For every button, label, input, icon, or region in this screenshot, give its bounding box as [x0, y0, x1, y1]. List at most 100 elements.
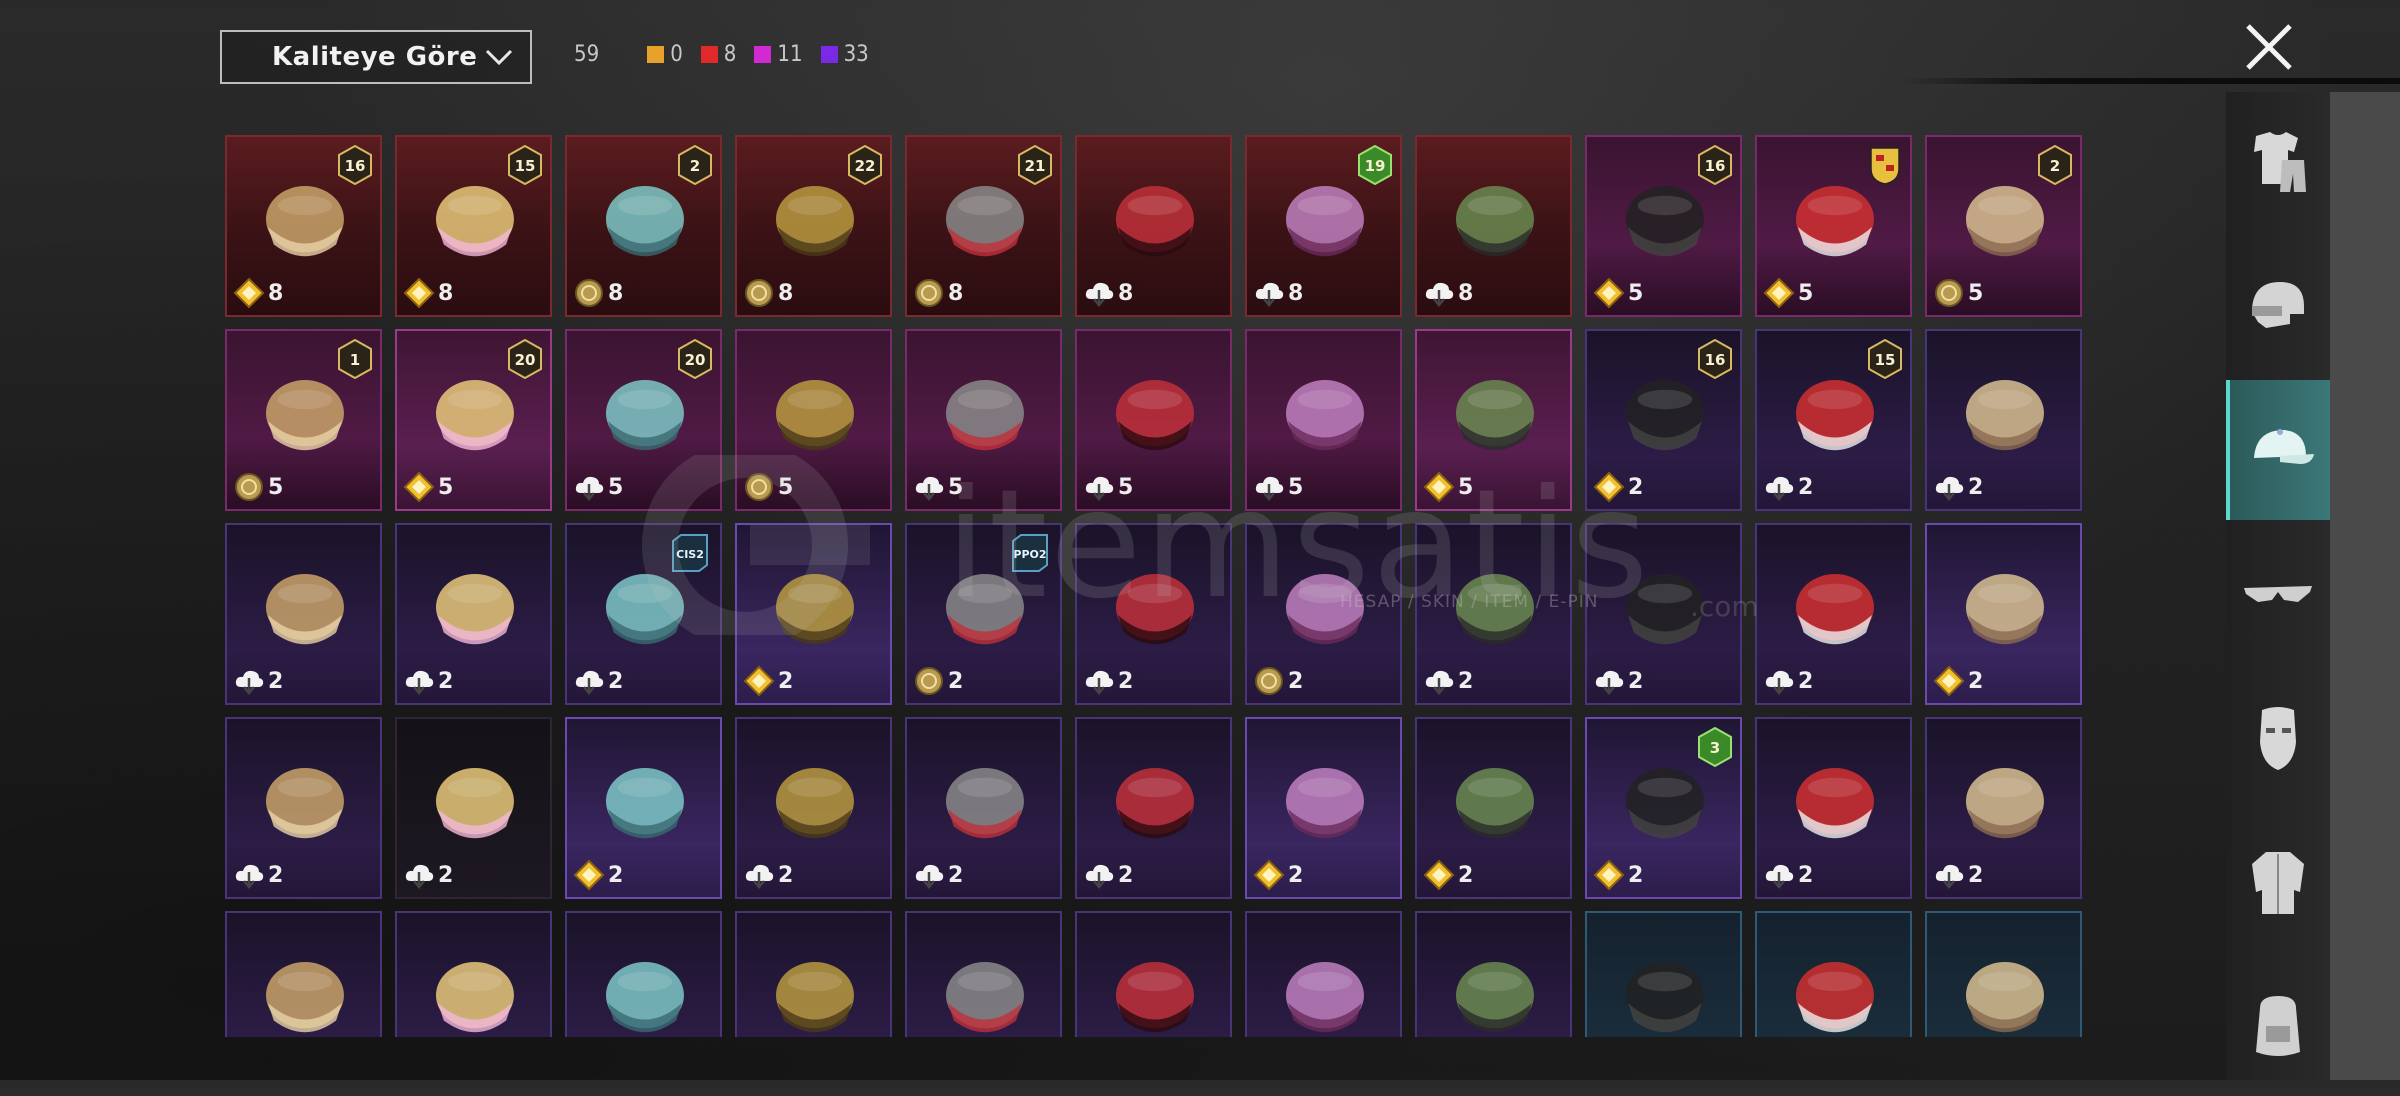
item-slot[interactable]: 16 5 [1585, 135, 1742, 317]
sort-dropdown[interactable]: Kaliteye Göre [220, 30, 532, 84]
item-slot[interactable]: 16 8 [225, 135, 382, 317]
item-slot[interactable]: 19 8 [1245, 135, 1402, 317]
item-slot[interactable]: 2 [1925, 329, 2082, 511]
tab-jacket[interactable] [2226, 812, 2330, 952]
item-thumbnail [1795, 962, 1874, 1033]
item-slot[interactable]: 15 [225, 329, 382, 511]
item-slot[interactable]: 2 [1755, 523, 1912, 705]
item-slot[interactable]: 5 [735, 329, 892, 511]
item-slot[interactable]: 20 5 [565, 329, 722, 511]
item-slot[interactable]: 2 [565, 717, 722, 899]
item-price: 8 [1253, 277, 1303, 309]
item-slot[interactable] [1075, 911, 1232, 1037]
tab-mask[interactable] [2226, 668, 2330, 808]
item-count: 2 [1628, 862, 1644, 888]
item-slot[interactable] [1415, 911, 1572, 1037]
item-price: 5 [1933, 277, 1983, 309]
item-price: 2 [403, 665, 453, 697]
item-slot[interactable]: 15 2 [1755, 329, 1912, 511]
tab-outfit[interactable] [2226, 92, 2330, 232]
item-slot[interactable]: 21 8 [905, 135, 1062, 317]
item-slot[interactable]: 2 [1415, 717, 1572, 899]
item-count: 2 [1968, 862, 1984, 888]
item-slot[interactable]: 2 [1245, 717, 1402, 899]
sidebar-scroll-track[interactable] [2330, 92, 2400, 1080]
level-badge-icon: 15 [1868, 339, 1902, 379]
item-price: 2 [1253, 859, 1303, 891]
cloud-download-icon [405, 864, 434, 889]
item-count: 5 [438, 474, 454, 500]
header-divider [1900, 78, 2400, 84]
item-price: 8 [1083, 277, 1133, 309]
item-price: 2 [913, 665, 963, 697]
item-price: 2 [1083, 665, 1133, 697]
tab-headgear[interactable] [2226, 236, 2330, 376]
item-slot[interactable]: 2 [225, 717, 382, 899]
item-slot[interactable]: 8 [1075, 135, 1232, 317]
item-slot[interactable]: 2 [1755, 717, 1912, 899]
level-badge-icon: 20 [508, 339, 542, 379]
item-price: 2 [1933, 665, 1983, 697]
close-icon[interactable] [2240, 18, 2298, 76]
item-slot[interactable] [225, 911, 382, 1037]
item-slot[interactable]: 8 [1415, 135, 1572, 317]
item-count: 2 [1118, 862, 1134, 888]
stat-gold-value: 0 [670, 42, 683, 67]
pink-square-icon [754, 46, 772, 63]
item-count: 5 [268, 474, 284, 500]
cloud-download-icon [1595, 670, 1624, 695]
item-slot[interactable] [905, 911, 1062, 1037]
item-slot[interactable]: 20 5 [395, 329, 552, 511]
item-count: 8 [778, 280, 794, 306]
svg-text:15: 15 [1875, 351, 1896, 369]
item-slot[interactable]: 2 [1925, 523, 2082, 705]
cloud-download-icon [1765, 864, 1794, 889]
item-count: 2 [778, 862, 794, 888]
item-slot[interactable] [735, 911, 892, 1037]
item-count: 8 [948, 280, 964, 306]
item-count: 5 [608, 474, 624, 500]
item-count: 8 [1458, 280, 1474, 306]
stat-purple-value: 33 [843, 42, 869, 67]
item-slot[interactable] [565, 911, 722, 1037]
tab-backpack[interactable] [2226, 956, 2330, 1096]
item-count: 2 [1798, 668, 1814, 694]
item-slot[interactable] [1585, 911, 1742, 1037]
item-slot[interactable]: 2 [1075, 717, 1232, 899]
item-slot[interactable]: 2 [905, 717, 1062, 899]
svg-text:2: 2 [690, 157, 700, 175]
item-count: 2 [608, 862, 624, 888]
cloud-download-icon [575, 670, 604, 695]
tab-hats[interactable] [2226, 380, 2330, 520]
tab-glasses[interactable] [2226, 524, 2330, 664]
item-slot[interactable]: 22 8 [735, 135, 892, 317]
coin-icon [915, 667, 943, 695]
item-slot[interactable]: CIS2 2 [565, 523, 722, 705]
diamond-coin-icon [1593, 859, 1625, 891]
coin-icon [1255, 667, 1283, 695]
item-slot[interactable]: 28 [565, 135, 722, 317]
item-slot[interactable]: 25 [1925, 135, 2082, 317]
item-slot[interactable] [395, 911, 552, 1037]
item-slot[interactable]: 32 [1585, 717, 1742, 899]
item-slot[interactable] [1925, 911, 2082, 1037]
item-slot[interactable]: 2 [1925, 717, 2082, 899]
item-count: 2 [268, 862, 284, 888]
cloud-download-icon [915, 864, 944, 889]
item-thumbnail [605, 962, 684, 1033]
item-slot[interactable] [1755, 911, 1912, 1037]
item-slot[interactable]: 2 [395, 717, 552, 899]
item-price: 2 [1593, 859, 1643, 891]
diamond-coin-icon [403, 277, 435, 309]
item-price: 2 [913, 859, 963, 891]
item-slot[interactable]: 2 [735, 717, 892, 899]
item-slot[interactable]: 5 [1755, 135, 1912, 317]
item-slot[interactable]: 2 [225, 523, 382, 705]
item-slot[interactable] [1245, 911, 1402, 1037]
item-slot[interactable]: 2 [735, 523, 892, 705]
item-slot[interactable]: 15 8 [395, 135, 552, 317]
item-slot[interactable]: 2 [395, 523, 552, 705]
cloud-download-icon [1255, 282, 1284, 307]
item-price: 2 [1423, 859, 1473, 891]
svg-text:16: 16 [1705, 157, 1726, 175]
